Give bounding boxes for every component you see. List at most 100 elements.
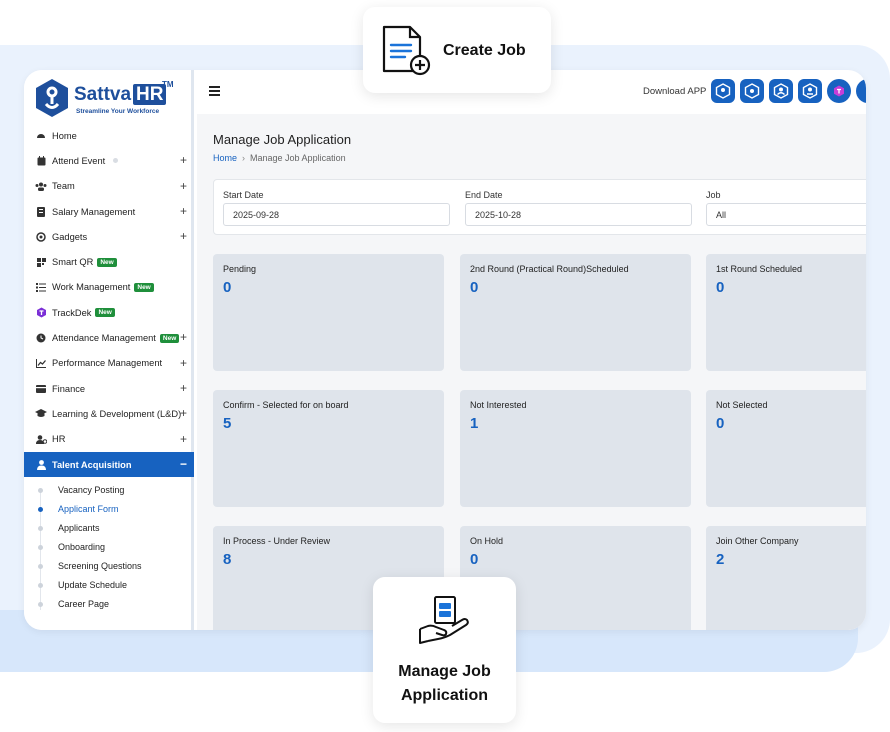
expand-icon[interactable]: +	[180, 356, 187, 370]
card-count: 8	[223, 551, 232, 568]
submenu-item-applicant-form[interactable]: Applicant Form	[24, 499, 194, 518]
user-icon	[35, 459, 47, 470]
expand-icon[interactable]: +	[180, 204, 187, 218]
submenu-item-update-schedule[interactable]: Update Schedule	[24, 575, 194, 594]
status-card-1st-round[interactable]: 1st Round Scheduled 0	[706, 254, 866, 371]
sidebar-item-attendance-management[interactable]: Attendance Management New +	[24, 325, 194, 350]
trackdek-app-icon[interactable]	[827, 79, 851, 103]
start-date-group: Start Date 2025-09-28	[223, 190, 450, 226]
new-badge: New	[95, 308, 115, 318]
submenu-item-label: Applicants	[58, 522, 100, 533]
manage-job-application-callout[interactable]: Manage Job Application	[373, 577, 516, 723]
card-label: Pending	[223, 264, 257, 274]
card-count: 0	[716, 415, 725, 432]
sidebar-item-label: Learning & Development (L&D)	[52, 408, 182, 419]
sidebar-item-home[interactable]: Home	[24, 123, 194, 148]
submenu-item-career-page[interactable]: Career Page	[24, 594, 194, 613]
card-count: 0	[716, 279, 725, 296]
sidebar-item-label: Salary Management	[52, 206, 136, 217]
expand-icon[interactable]: +	[180, 179, 187, 193]
card-count: 0	[223, 279, 232, 296]
card-count: 0	[470, 279, 479, 296]
manage-job-application-label: Manage Job Application	[373, 660, 516, 708]
dashboard-icon	[35, 131, 47, 141]
status-card-confirm[interactable]: Confirm - Selected for on board 5	[213, 390, 444, 507]
sidebar-item-hr[interactable]: HR +	[24, 427, 194, 452]
callout-line: Manage Job	[398, 663, 491, 680]
start-date-input[interactable]: 2025-09-28	[223, 203, 450, 226]
sidebar-item-label: Finance	[52, 383, 86, 394]
qr-icon	[35, 257, 47, 267]
status-card-not-interested[interactable]: Not Interested 1	[460, 390, 691, 507]
callout-line: Application	[400, 687, 489, 704]
clock-icon	[35, 333, 47, 343]
submenu-item-label: Screening Questions	[58, 560, 142, 571]
end-date-input[interactable]: 2025-10-28	[465, 203, 692, 226]
expand-icon[interactable]: +	[180, 432, 187, 446]
manager-app-icon[interactable]	[798, 79, 822, 103]
status-card-join-other-company[interactable]: Join Other Company 2	[706, 526, 866, 630]
trackdek-icon	[35, 307, 47, 318]
sidebar-item-salary-management[interactable]: Salary Management +	[24, 199, 194, 224]
team-icon	[35, 181, 47, 191]
profile-avatar[interactable]	[856, 79, 866, 103]
sidebar-item-label: Team	[52, 181, 75, 192]
submenu-item-label: Update Schedule	[58, 579, 128, 590]
collapse-icon[interactable]: −	[180, 457, 187, 471]
sidebar-item-work-management[interactable]: Work Management New	[24, 275, 194, 300]
expand-icon[interactable]: +	[180, 153, 187, 167]
end-date-label: End Date	[465, 190, 503, 200]
status-card-2nd-round[interactable]: 2nd Round (Practical Round)Scheduled 0	[460, 254, 691, 371]
play-store-icon[interactable]	[740, 79, 764, 103]
expand-icon[interactable]: +	[180, 406, 187, 420]
app-store-icon[interactable]	[711, 79, 735, 103]
submenu-item-onboarding[interactable]: Onboarding	[24, 537, 194, 556]
submenu-item-screening-questions[interactable]: Screening Questions	[24, 556, 194, 575]
new-badge: New	[134, 282, 154, 292]
card-label: 2nd Round (Practical Round)Scheduled	[470, 264, 629, 274]
sidebar-item-talent-acquisition[interactable]: Talent Acquisition −	[24, 451, 194, 478]
sidebar-item-trackdek[interactable]: TrackDek New	[24, 300, 194, 325]
employee-app-icon[interactable]	[769, 79, 793, 103]
status-card-not-selected[interactable]: Not Selected 0	[706, 390, 866, 507]
status-card-pending[interactable]: Pending 0	[213, 254, 444, 371]
card-count: 0	[470, 551, 479, 568]
sidebar-item-learning-development[interactable]: Learning & Development (L&D) +	[24, 401, 194, 426]
submenu-item-vacancy-posting[interactable]: Vacancy Posting	[24, 480, 194, 499]
job-select[interactable]: All	[706, 203, 866, 226]
create-job-callout[interactable]: Create Job	[363, 7, 551, 93]
brand-name: Sattva HR	[74, 84, 167, 106]
card-label: Join Other Company	[716, 536, 799, 546]
breadcrumb-current: Manage Job Application	[250, 153, 346, 163]
submenu-item-applicants[interactable]: Applicants	[24, 518, 194, 537]
sidebar-item-team[interactable]: Team +	[24, 174, 194, 199]
sidebar: Sattva HR TM Streamline Your Workforce Ho…	[24, 70, 194, 630]
breadcrumb-home[interactable]: Home	[213, 153, 237, 163]
expand-icon[interactable]: +	[180, 381, 187, 395]
expand-icon[interactable]: +	[180, 229, 187, 243]
submenu-item-label: Vacancy Posting	[58, 484, 125, 495]
sidebar-item-label: Performance Management	[52, 358, 163, 369]
sidebar-item-gadgets[interactable]: Gadgets +	[24, 224, 194, 249]
talent-acquisition-submenu: Vacancy Posting Applicant Form Applicant…	[24, 480, 194, 613]
sidebar-item-label: Home	[52, 130, 77, 141]
logo[interactable]: Sattva HR TM Streamline Your Workforce	[34, 76, 184, 120]
menu-toggle-icon[interactable]	[209, 86, 220, 96]
sidebar-item-label: Work Management	[52, 282, 131, 293]
sidebar-item-attend-event[interactable]: Attend Event +	[24, 148, 194, 173]
expand-icon[interactable]: +	[180, 330, 187, 344]
download-app-label[interactable]: Download APP	[643, 86, 706, 97]
sidebar-item-smart-qr[interactable]: Smart QR New	[24, 249, 194, 274]
gadgets-icon	[35, 232, 47, 242]
card-label: On Hold	[470, 536, 504, 546]
sidebar-item-label: Gadgets	[52, 231, 88, 242]
sidebar-item-finance[interactable]: Finance +	[24, 376, 194, 401]
hand-document-icon	[419, 596, 469, 644]
sidebar-item-performance-management[interactable]: Performance Management +	[24, 351, 194, 376]
sidebar-item-label: TrackDek	[52, 307, 92, 318]
card-count: 5	[223, 415, 232, 432]
sidebar-item-label: HR	[52, 434, 66, 445]
document-add-icon	[382, 25, 431, 76]
sidebar-nav: Home Attend Event + Team + Salary Manage…	[24, 123, 194, 478]
submenu-item-label: Applicant Form	[58, 503, 119, 514]
